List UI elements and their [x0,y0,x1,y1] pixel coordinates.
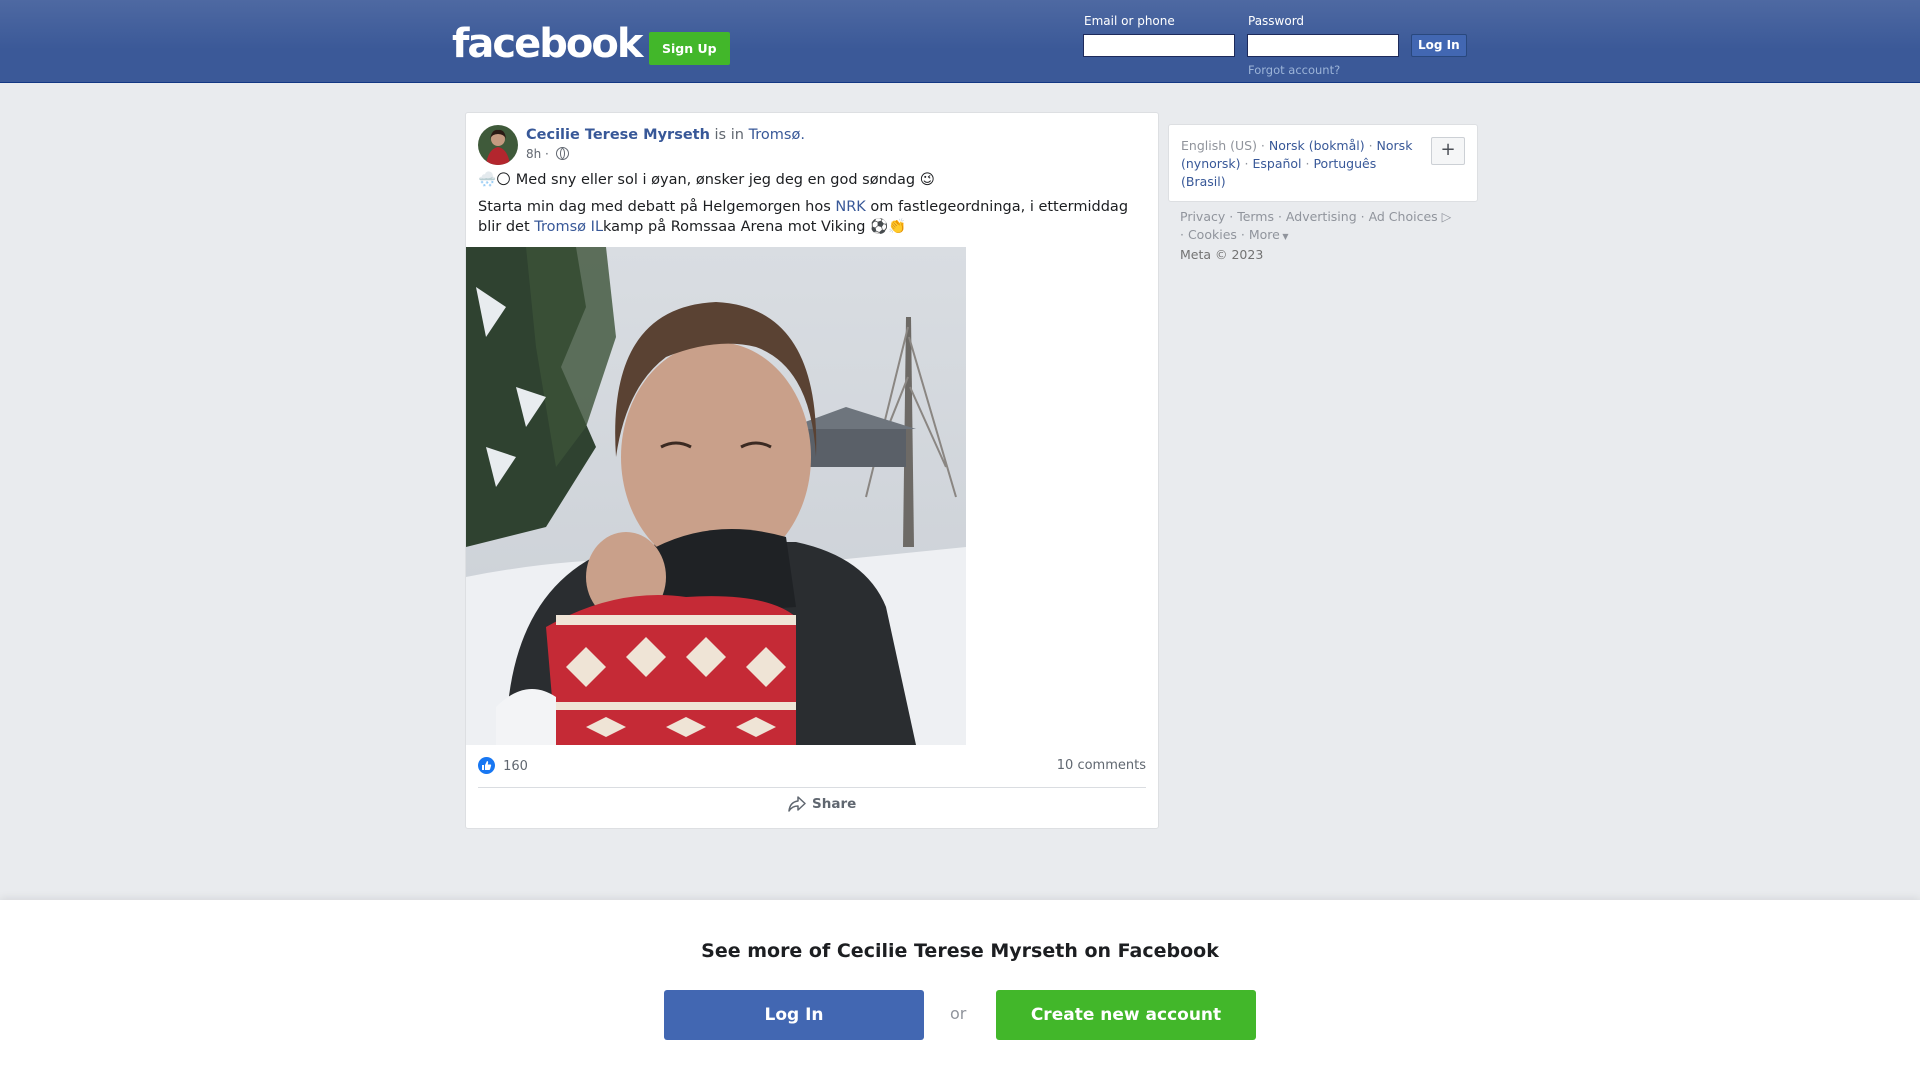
post-card: Cecilie Terese Myrseth is in Tromsø. 8h … [465,112,1159,829]
sign-up-button[interactable]: Sign Up [649,32,730,65]
forgot-account-link[interactable]: Forgot account? [1248,63,1340,77]
language-selector: English (US) · Norsk (bokmål) · Norsk (n… [1168,124,1478,202]
post-photo[interactable] [466,247,966,745]
like-icon [478,757,495,774]
or-separator: or [950,1004,967,1023]
privacy-link[interactable]: Privacy [1180,209,1225,224]
facebook-logo[interactable]: facebook [452,21,643,67]
tromso-il-link[interactable]: Tromsø IL [534,219,603,235]
globe-icon [555,147,569,160]
banner-title: See more of Cecilie Terese Myrseth on Fa… [701,940,1219,962]
post-header: Cecilie Terese Myrseth is in Tromsø. [526,127,805,143]
top-navigation-bar: facebook Sign Up Email or phone Password… [0,0,1920,83]
password-input[interactable] [1247,34,1399,57]
post-text-segment: kamp på Romssaa Arena mot Viking ⚽👏 [603,219,907,235]
reactions-summary[interactable]: 160 [478,757,528,774]
post-text-line1: 🌨️🌕 Med sny eller sol i øyan, ønsker jeg… [478,172,935,188]
nrk-link[interactable]: NRK [835,199,865,215]
comments-count[interactable]: 10 comments [1057,758,1146,773]
share-button[interactable]: Share [788,796,856,812]
post-time[interactable]: 8h · [526,147,549,161]
language-current: English (US) [1181,138,1257,153]
copyright: Meta © 2023 [1180,247,1264,262]
author-name[interactable]: Cecilie Terese Myrseth [526,127,710,143]
is-in-text: is in [714,127,744,143]
advertising-link[interactable]: Advertising [1286,209,1357,224]
footer-links: Privacy · Terms · Advertising · Ad Choic… [1180,209,1452,262]
email-label: Email or phone [1084,14,1175,28]
location-link[interactable]: Tromsø. [749,127,805,143]
cookies-link[interactable]: Cookies [1188,227,1237,242]
email-input[interactable] [1083,34,1235,57]
create-account-button[interactable]: Create new account [996,990,1256,1040]
post-text-segment: Starta min dag med debatt på Helgemorgen… [478,199,836,215]
divider [478,787,1146,788]
like-count: 160 [503,759,528,774]
language-espanol[interactable]: Español [1252,156,1301,171]
more-link[interactable]: More [1249,227,1280,242]
share-icon [788,796,806,812]
chevron-down-icon: ▼ [1279,232,1289,241]
more-languages-button[interactable]: + [1431,137,1465,165]
ad-choices-link[interactable]: Ad Choices [1369,209,1438,224]
post-text-line2: Starta min dag med debatt på Helgemorgen… [478,197,1150,237]
language-norsk-bokmal[interactable]: Norsk (bokmål) [1269,138,1365,153]
log-in-button[interactable]: Log In [1411,34,1467,57]
post-meta: 8h · [526,147,569,161]
login-prompt-banner: See more of Cecilie Terese Myrseth on Fa… [0,900,1920,1080]
ad-choices-icon: ▷ [1437,209,1452,224]
banner-log-in-button[interactable]: Log In [664,990,924,1040]
password-label: Password [1248,14,1305,28]
share-label: Share [812,796,857,812]
avatar[interactable] [478,125,518,165]
terms-link[interactable]: Terms [1237,209,1274,224]
